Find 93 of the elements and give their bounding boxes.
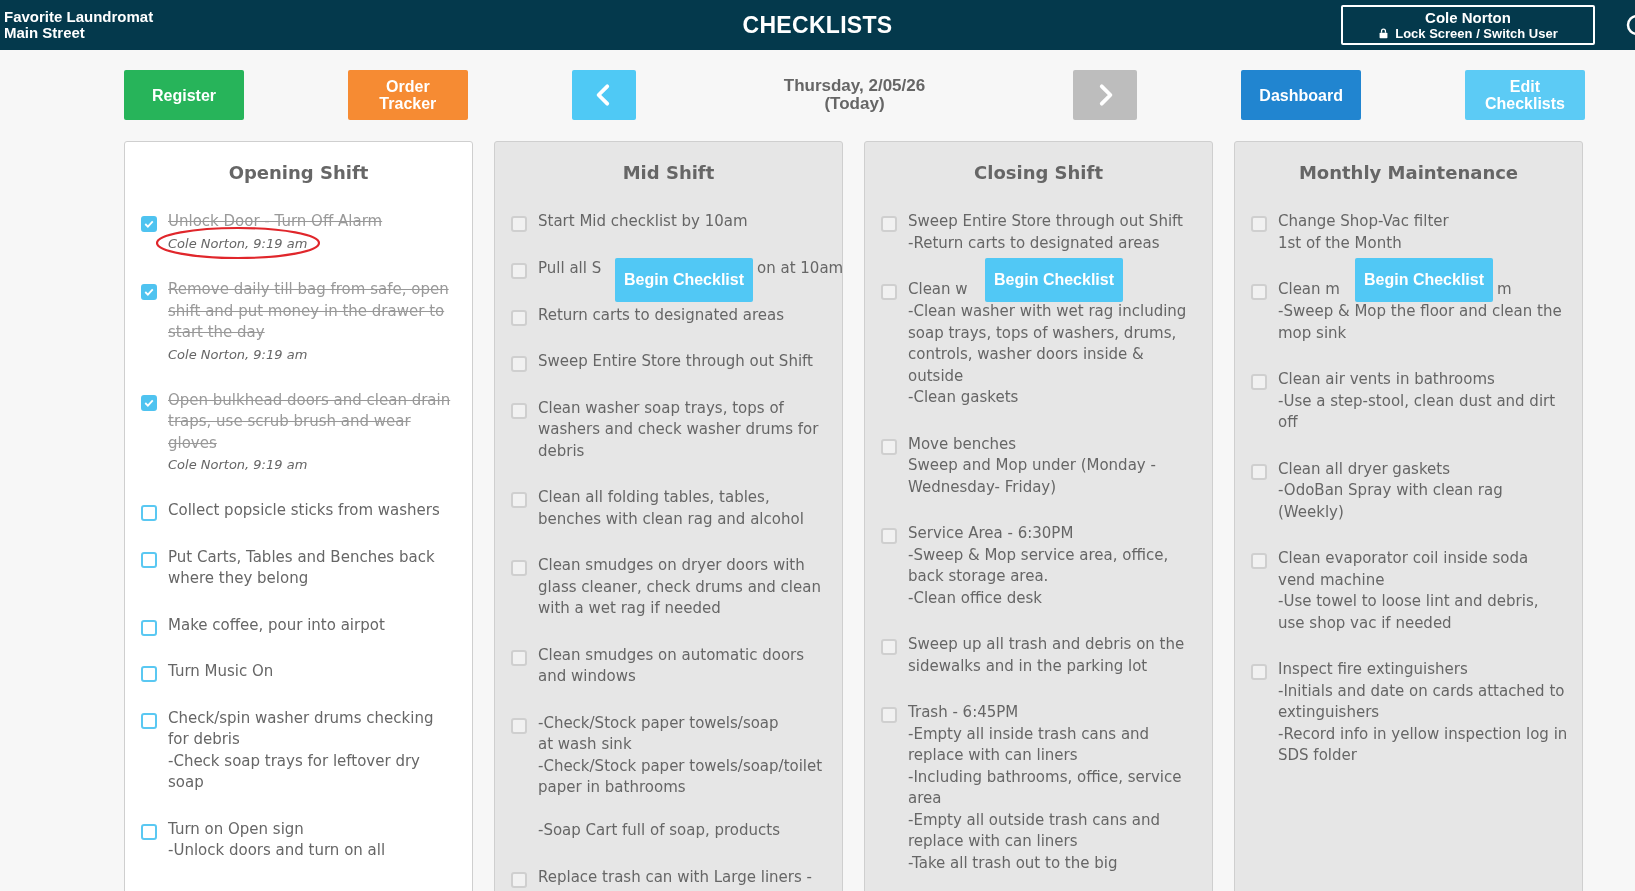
task-text: Clean smudges on dryer doors with glass cleaner, check drums and clean with a wet rag if needed xyxy=(538,555,822,619)
task-text: Collect popsicle sticks from washers xyxy=(168,500,441,521)
checkbox[interactable] xyxy=(141,551,157,568)
signoff-text: Cole Norton, 9:19 am xyxy=(168,456,309,474)
task-text: Clean washer soap trays, tops of washers and check washer drums for debris xyxy=(538,397,820,462)
task-text: Clean w xyxy=(908,279,969,300)
toolbar-button[interactable]: Dashboard xyxy=(1241,70,1362,120)
previous-day-button[interactable] xyxy=(571,70,636,120)
begin-checklist-button[interactable]: Begin Checklist xyxy=(985,258,1123,302)
checkbox[interactable] xyxy=(511,717,527,734)
checkbox[interactable] xyxy=(511,356,527,372)
task-text: on at 10am xyxy=(757,257,842,279)
checkbox[interactable] xyxy=(141,619,157,636)
task-text: Service Area - 6:30PM -Sweep & Mop service area, office, back storage area. -Clean office desk xyxy=(908,523,1170,609)
checkbox[interactable] xyxy=(1251,374,1267,390)
checklist-title: Closing Shift xyxy=(973,162,1104,183)
checkbox[interactable] xyxy=(511,262,527,279)
task-text: Remove daily till bag from safe, open shift and put money in the drawer to start the day xyxy=(168,279,450,343)
task-text: Clean all dryer gaskets -OdoBan Spray with clean rag (Weekly) xyxy=(1278,458,1504,523)
task-text: Inspect fire extinguishers -Initials and date on cards attached to extinguishers -Record info in yellow inspection log in SDS folder xyxy=(1278,659,1568,766)
checkbox[interactable] xyxy=(881,639,897,655)
task-text: Move benches Sweep and Mop under (Monday - Wednesday- Friday) xyxy=(908,433,1157,498)
task-text: Return carts to designated areas xyxy=(538,304,786,326)
signoff-text: Cole Norton, 9:19 am xyxy=(168,234,308,253)
checkbox[interactable] xyxy=(881,438,897,455)
checkbox[interactable] xyxy=(141,394,157,411)
task-text: Make coffee, pour into airpot xyxy=(168,614,386,636)
checkbox[interactable] xyxy=(141,284,157,300)
signoff-text: Cole Norton, 9:19 am xyxy=(168,345,309,364)
checkbox[interactable] xyxy=(141,823,157,840)
checkbox[interactable] xyxy=(141,666,157,682)
begin-checklist-button[interactable]: Begin Checklist xyxy=(615,258,753,302)
page-title: CHECKLISTS xyxy=(742,11,893,39)
checkbox[interactable] xyxy=(511,492,527,508)
task-text: Replace trash can with Large liners - xyxy=(538,866,813,888)
checkbox[interactable] xyxy=(1251,463,1267,480)
task-text: Sweep up all trash and debris on the sidewalks and in the parking lot xyxy=(908,634,1186,677)
checkbox[interactable] xyxy=(511,560,527,576)
checkbox[interactable] xyxy=(511,309,527,326)
task-text: Sweep Entire Store through out Shift -Return carts to designated areas xyxy=(908,211,1184,254)
task-text: Change Shop-Vac filter 1st of the Month xyxy=(1278,211,1450,254)
checkbox[interactable] xyxy=(141,712,157,729)
task-text: Pull all S xyxy=(538,257,603,279)
task-text: Clean evaporator coil inside soda vend machine -Use towel to loose lint and debris, use shop vac if needed xyxy=(1278,548,1540,634)
checkbox[interactable] xyxy=(511,649,527,666)
lock-icon xyxy=(1378,28,1390,39)
checkbox[interactable] xyxy=(1251,284,1267,300)
checklist-title: Mid Shift xyxy=(621,162,716,183)
task-text: Clean all folding tables, tables, benches with clean rag and alcohol xyxy=(538,487,805,530)
check-icon xyxy=(143,218,155,230)
task-text: Check/spin washer drums checking for debris -Check soap trays for leftover dry soap xyxy=(168,707,435,793)
task-text: -Check/Stock paper towels/soap at wash sink -Check/Stock paper towels/soap/toilet paper in bathrooms -Soap Cart full of soap, products xyxy=(538,712,824,841)
check-icon xyxy=(143,286,155,298)
toolbar-button[interactable]: Order Tracker xyxy=(347,70,468,120)
toolbar-button[interactable]: Edit Checklists xyxy=(1464,70,1585,120)
checklist-title: Monthly Maintenance xyxy=(1297,162,1520,183)
checkbox[interactable] xyxy=(1251,664,1267,680)
checkbox[interactable] xyxy=(881,284,897,300)
task-text: Trash - 6:45PM -Empty all inside trash cans and replace with can liners -Including bathrooms, office, service area -Empty all outside trash cans and replace with can liners -Take all trash out to the big xyxy=(908,702,1183,874)
task-text: Turn Music On xyxy=(168,661,275,682)
task-text: -Sweep & Mop the floor and clean the mop sink xyxy=(1278,301,1563,344)
checkbox[interactable] xyxy=(881,528,897,544)
checkbox[interactable] xyxy=(1251,216,1267,232)
today-label: (Today) xyxy=(823,95,886,113)
checkbox[interactable] xyxy=(881,707,897,723)
checkbox[interactable] xyxy=(141,505,157,521)
ring-icon[interactable] xyxy=(1625,13,1635,37)
task-text: m xyxy=(1497,279,1512,300)
checkbox[interactable] xyxy=(511,402,527,419)
checklist-title: Opening Shift xyxy=(227,162,370,183)
begin-checklist-button[interactable]: Begin Checklist xyxy=(1355,258,1493,302)
checkbox[interactable] xyxy=(511,871,527,888)
user-name: Cole Norton xyxy=(1425,9,1511,26)
task-text: Put Carts, Tables and Benches back where they belong xyxy=(168,546,436,589)
checkbox[interactable] xyxy=(511,216,527,232)
task-text: Unlock Door - Turn Off Alarm xyxy=(168,211,384,232)
task-text: Sweep Entire Store through out Shift xyxy=(538,351,814,372)
store-name: Favorite Laundromat xyxy=(4,9,155,25)
store-location: Main Street xyxy=(4,25,86,41)
task-text: Clean air vents in bathrooms -Use a step-stool, clean dust and dirt off xyxy=(1278,369,1557,433)
task-text: Turn on Open sign -Unlock doors and turn on all xyxy=(168,818,387,861)
date-label: Thursday, 2/05/26 xyxy=(782,77,927,95)
task-text: -Clean washer with wet rag including soap trays, tops of washers, drums, controls, washer doors inside & outside -Clean gaskets xyxy=(908,301,1188,408)
lock-screen-link[interactable]: Lock Screen / Switch User xyxy=(1395,26,1558,41)
task-text: Open bulkhead doors and clean drain traps, use scrub brush and wear gloves xyxy=(168,389,452,454)
user-box[interactable]: Cole Norton Lock Screen / Switch User xyxy=(1341,5,1595,45)
checkbox[interactable] xyxy=(141,216,157,232)
task-text: Clean smudges on automatic doors and windows xyxy=(538,644,806,687)
task-text: Start Mid checklist by 10am xyxy=(538,211,749,232)
checkbox[interactable] xyxy=(1251,553,1267,569)
checkbox[interactable] xyxy=(881,216,897,232)
toolbar-button[interactable]: Register xyxy=(124,70,244,120)
task-text: Clean m xyxy=(1278,279,1341,300)
